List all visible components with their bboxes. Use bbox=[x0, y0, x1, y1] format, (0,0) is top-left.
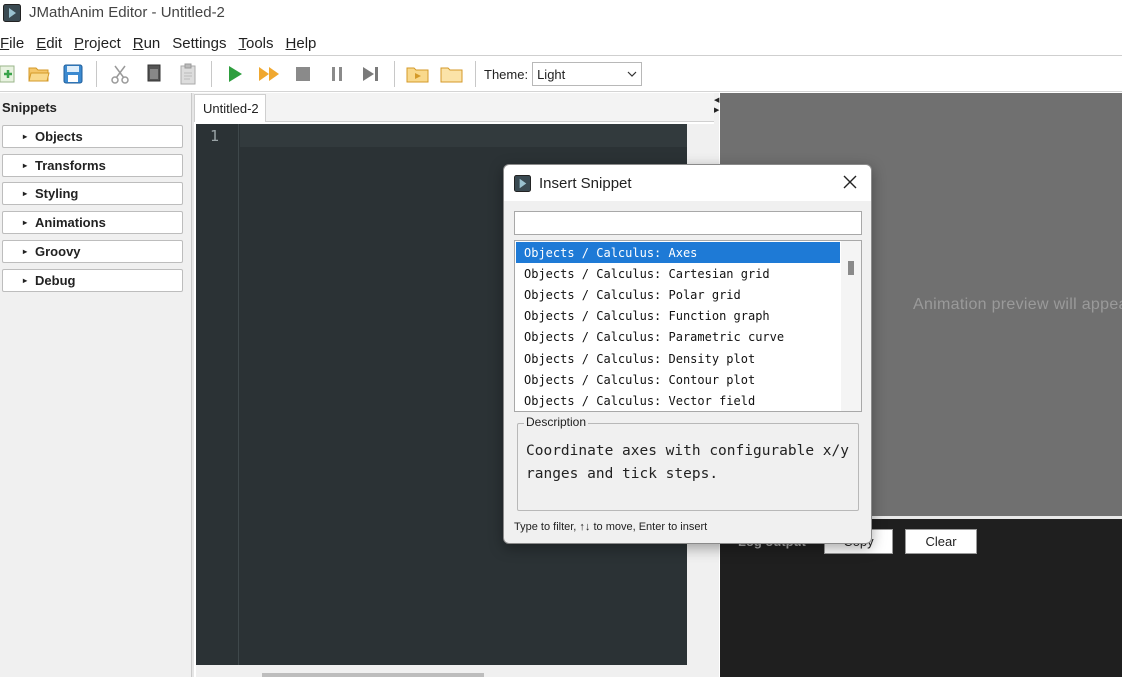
app-icon bbox=[514, 174, 531, 192]
list-item[interactable]: Objects / Calculus: Function graph bbox=[516, 305, 840, 326]
collapse-right-icon[interactable]: ▶ bbox=[714, 106, 719, 116]
step-forward-icon bbox=[363, 67, 378, 81]
toolbar-separator bbox=[211, 61, 212, 87]
run-button[interactable] bbox=[218, 59, 252, 89]
snippet-category-objects[interactable]: ▸ Objects bbox=[2, 125, 183, 148]
toolbar-divider bbox=[0, 91, 1122, 92]
list-item[interactable]: Objects / Calculus: Parametric curve bbox=[516, 326, 840, 347]
menu-file[interactable]: File bbox=[0, 35, 30, 52]
snippets-title: Snippets bbox=[2, 100, 57, 115]
menu-help[interactable]: Help bbox=[286, 35, 323, 52]
toolbar-separator bbox=[96, 61, 97, 87]
expand-triangle-icon: ▸ bbox=[23, 132, 28, 141]
dialog-header: Insert Snippet bbox=[504, 165, 871, 201]
snippet-category-transforms[interactable]: ▸ Transforms bbox=[2, 154, 183, 177]
menu-settings[interactable]: Settings bbox=[172, 35, 232, 52]
expand-triangle-icon: ▸ bbox=[23, 161, 28, 170]
theme-select[interactable]: Light bbox=[532, 62, 643, 86]
step-forward-button[interactable] bbox=[354, 59, 388, 89]
expand-triangle-icon: ▸ bbox=[23, 189, 28, 198]
open-preview-button[interactable] bbox=[401, 59, 435, 89]
preview-placeholder: Animation preview will appear here bbox=[913, 296, 1122, 313]
copy-button[interactable] bbox=[137, 59, 171, 89]
menu-project[interactable]: Project bbox=[74, 35, 127, 52]
snippet-category-animations[interactable]: ▸ Animations bbox=[2, 211, 183, 234]
save-icon bbox=[63, 64, 83, 84]
snippet-search-input[interactable] bbox=[514, 211, 862, 235]
toolbar-separator bbox=[394, 61, 395, 87]
horizontal-scroll-thumb[interactable] bbox=[262, 673, 484, 677]
menu-edit[interactable]: Edit bbox=[36, 35, 68, 52]
fast-forward-button[interactable] bbox=[252, 59, 286, 89]
fast-forward-icon bbox=[259, 67, 279, 81]
toolbar-separator bbox=[475, 61, 476, 87]
cut-icon bbox=[111, 65, 129, 84]
menu-run[interactable]: Run bbox=[133, 35, 167, 52]
description-text: Coordinate axes with configurable x/y ra… bbox=[526, 443, 850, 482]
menu-tools[interactable]: Tools bbox=[238, 35, 279, 52]
expand-triangle-icon: ▸ bbox=[23, 247, 28, 256]
expand-triangle-icon: ▸ bbox=[23, 276, 28, 285]
open-folder-icon bbox=[28, 67, 50, 82]
cut-button[interactable] bbox=[103, 59, 137, 89]
current-line-highlight bbox=[240, 124, 687, 147]
list-item[interactable]: Objects / Calculus: Cartesian grid bbox=[516, 263, 840, 284]
paste-icon bbox=[180, 63, 196, 85]
open-preview-icon bbox=[406, 67, 429, 83]
save-button[interactable] bbox=[56, 59, 90, 89]
title-bar: JMathAnim Editor - Untitled-2 bbox=[0, 0, 1122, 25]
line-number: 1 bbox=[210, 127, 220, 145]
pause-button[interactable] bbox=[320, 59, 354, 89]
insert-snippet-dialog: Insert Snippet Objects / Calculus: Axes … bbox=[503, 164, 872, 544]
sidebar-splitter[interactable] bbox=[191, 93, 194, 677]
collapse-left-icon[interactable]: ◀ bbox=[714, 96, 719, 106]
snippet-category-debug[interactable]: ▸ Debug bbox=[2, 269, 183, 292]
list-item[interactable]: Objects / Calculus: Contour plot bbox=[516, 369, 840, 390]
folder-icon bbox=[440, 67, 463, 83]
list-item[interactable]: Objects / Calculus: Vector field bbox=[516, 390, 840, 411]
stop-icon bbox=[296, 67, 310, 81]
folder-button[interactable] bbox=[435, 59, 469, 89]
window-title: JMathAnim Editor - Untitled-2 bbox=[29, 4, 225, 21]
list-scroll-thumb[interactable] bbox=[848, 261, 854, 275]
list-item[interactable]: Objects / Calculus: Axes bbox=[516, 242, 840, 263]
menu-divider bbox=[0, 55, 1122, 56]
open-button[interactable] bbox=[22, 59, 56, 89]
close-icon[interactable] bbox=[841, 173, 859, 191]
new-file-button[interactable] bbox=[0, 59, 22, 89]
new-file-icon bbox=[0, 65, 15, 83]
line-number-gutter: 1 bbox=[196, 124, 239, 665]
pause-icon bbox=[332, 67, 342, 81]
clear-log-button[interactable]: Clear bbox=[905, 529, 977, 554]
editor-tab[interactable]: Untitled-2 bbox=[194, 94, 266, 122]
snippets-sidebar: Snippets ▸ Objects ▸ Transforms ▸ Stylin… bbox=[0, 93, 191, 677]
dialog-title: Insert Snippet bbox=[539, 174, 632, 192]
expand-triangle-icon: ▸ bbox=[23, 218, 28, 227]
dialog-hint: Type to filter, ↑↓ to move, Enter to ins… bbox=[514, 521, 708, 533]
snippet-category-styling[interactable]: ▸ Styling bbox=[2, 182, 183, 205]
menu-bar: File Edit Project Run Settings Tools Hel… bbox=[0, 31, 1122, 55]
description-box: Description Coordinate axes with configu… bbox=[517, 415, 859, 511]
theme-label: Theme: bbox=[484, 66, 529, 82]
chevron-down-icon bbox=[627, 71, 637, 77]
description-label: Description bbox=[524, 415, 589, 429]
toolbar: Theme: Light bbox=[0, 57, 1122, 91]
theme-select-value: Light bbox=[537, 66, 566, 82]
list-item[interactable]: Objects / Calculus: Density plot bbox=[516, 348, 840, 369]
editor-tab-bar: Untitled-2 bbox=[194, 93, 714, 122]
snippet-list: Objects / Calculus: Axes Objects / Calcu… bbox=[514, 240, 862, 412]
app-icon bbox=[3, 3, 21, 22]
list-item[interactable]: Objects / Calculus: Polar grid bbox=[516, 284, 840, 305]
stop-button[interactable] bbox=[286, 59, 320, 89]
snippet-category-groovy[interactable]: ▸ Groovy bbox=[2, 240, 183, 263]
run-icon bbox=[229, 66, 242, 82]
paste-button[interactable] bbox=[171, 59, 205, 89]
splitter-arrows[interactable]: ◀ ▶ bbox=[714, 96, 719, 116]
copy-icon bbox=[147, 64, 161, 82]
list-scrollbar[interactable] bbox=[841, 241, 861, 411]
